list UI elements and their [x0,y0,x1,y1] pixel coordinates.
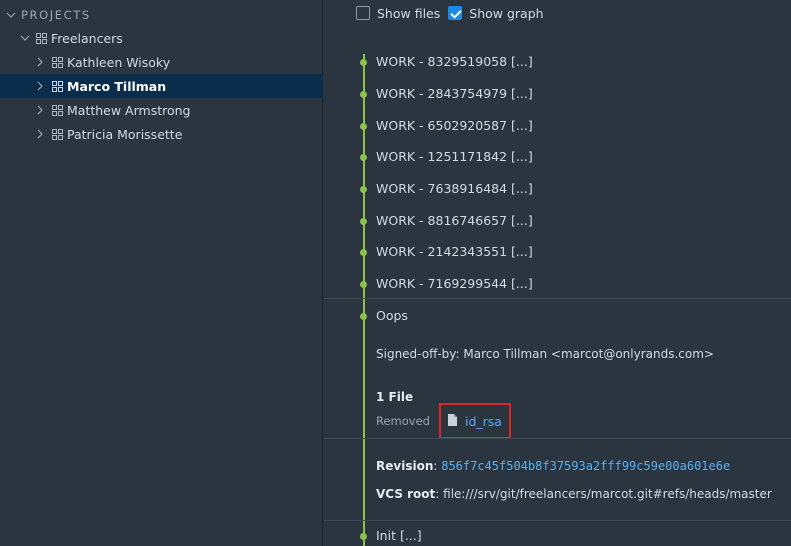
tree-group-freelancers[interactable]: Freelancers [0,26,323,50]
show-files-checkbox[interactable] [356,6,370,20]
commit-graph-node [360,154,367,161]
show-graph-label: Show graph [469,5,544,21]
chevron-down-icon[interactable] [20,33,32,43]
commit-signed-off: Signed-off-by: Marco Tillman <marcot@onl… [376,347,714,361]
file-link-id-rsa[interactable]: id_rsa [465,414,502,429]
projects-header[interactable]: PROJECTS [6,6,91,24]
files-heading: 1 File [376,390,414,404]
divider [324,438,791,439]
commit-row[interactable]: WORK - 1251171842 [...] [376,148,533,166]
commit-graph-node [360,249,367,256]
chevron-right-icon[interactable] [35,81,47,91]
commit-row[interactable]: WORK - 7169299544 [...] [376,275,533,293]
commit-row[interactable]: WORK - 7638916484 [...] [376,180,533,198]
tree-item-label: Kathleen Wisoky [67,54,171,70]
commit-row[interactable]: WORK - 8329519058 [...] [376,53,533,71]
projects-header-label: PROJECTS [21,8,91,22]
revision-label: Revision [376,459,434,473]
chevron-right-icon[interactable] [35,105,47,115]
change-type-label: Removed [376,414,430,428]
tree-item-label: Marco Tillman [67,78,167,94]
show-files-toggle[interactable]: Show files [356,6,440,21]
vcs-root-value: file:///srv/git/freelancers/marcot.git#r… [443,487,772,501]
commit-row[interactable]: WORK - 8816746657 [...] [376,212,533,230]
commit-graph-node [360,59,367,66]
projects-sidebar: PROJECTS Freelancers Kathleen Wisoky Mar… [0,0,323,546]
commit-row[interactable]: WORK - 6502920587 [...] [376,117,533,135]
log-toolbar: Show files Show graph [356,4,552,22]
tree-item-label: Matthew Armstrong [67,102,191,118]
commit-graph-node [360,123,367,130]
chevron-down-icon[interactable] [6,10,18,20]
commit-graph-node [360,313,367,320]
show-files-label: Show files [377,5,441,21]
vcs-root-label: VCS root [376,487,436,501]
tree-item-patricia-morissette[interactable]: Patricia Morissette [0,122,323,146]
show-graph-checkbox[interactable] [448,6,463,20]
project-grid-icon [52,128,63,140]
commit-graph-node [360,91,367,98]
tree-item-kathleen-wisoky[interactable]: Kathleen Wisoky [0,50,323,74]
project-grid-icon [52,104,63,116]
change-log-panel: Show files Show graph WORK - 8329519058 … [324,0,791,546]
commit-graph-node [360,218,367,225]
divider [324,520,791,521]
vcs-root-row: VCS root: file:///srv/git/freelancers/ma… [376,487,772,501]
tree-group-label: Freelancers [51,30,123,46]
commit-row[interactable]: WORK - 2843754979 [...] [376,85,533,103]
vcs-root-colon: : [435,487,444,501]
highlighted-file-box: id_rsa [439,403,511,439]
tree-item-matthew-armstrong[interactable]: Matthew Armstrong [0,98,323,122]
tree-item-marco-tillman[interactable]: Marco Tillman [0,74,323,98]
commit-graph-node [360,533,367,540]
divider [324,298,791,299]
chevron-right-icon[interactable] [35,57,47,67]
project-grid-icon [52,80,63,92]
project-grid-icon [36,32,47,44]
show-graph-toggle[interactable]: Show graph [448,5,544,21]
revision-row: Revision: 856f7c45f504b8f37593a2fff99c59… [376,459,730,473]
revision-hash[interactable]: 856f7c45f504b8f37593a2fff99c59e00a601e6e [441,459,730,473]
commit-row-init[interactable]: Init [...] [376,527,422,545]
project-grid-icon [52,56,63,68]
commit-row[interactable]: WORK - 2142343551 [...] [376,243,533,261]
commit-title-oops[interactable]: Oops [376,307,408,325]
tree-item-label: Patricia Morissette [67,126,183,142]
file-icon [448,413,457,429]
commit-graph-node [360,281,367,288]
chevron-right-icon[interactable] [35,129,47,139]
commit-graph-node [360,186,367,193]
